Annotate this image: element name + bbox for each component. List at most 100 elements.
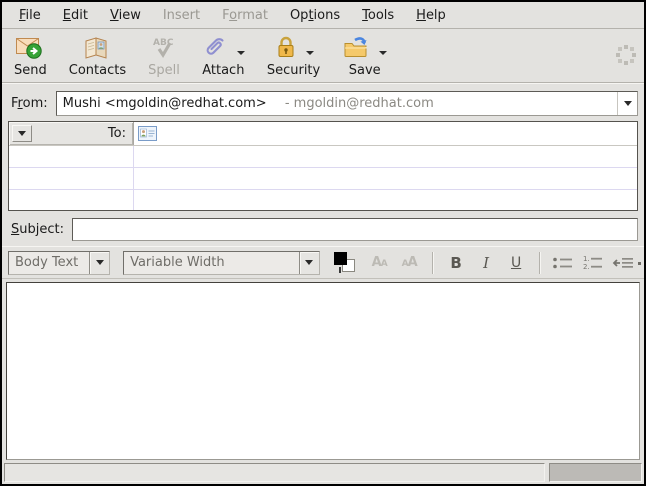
status-message-panel <box>4 463 545 482</box>
toolbar-button-label: Save <box>349 63 381 78</box>
attach-icon <box>202 35 230 61</box>
font-arrow-button[interactable] <box>299 252 319 274</box>
menu-label: Edit <box>63 8 88 23</box>
font-value: Variable Width <box>124 255 299 270</box>
bold-icon: B <box>450 254 461 272</box>
recipient-type-button[interactable] <box>12 125 32 142</box>
attach-button[interactable]: Attach <box>196 32 251 80</box>
menu-label: Format <box>222 8 268 23</box>
spell-abc-text: ABC <box>153 38 174 48</box>
send-icon <box>15 35 45 61</box>
subject-row: Subject: <box>8 218 638 241</box>
spell-button: ABC Spell <box>142 32 186 80</box>
chevron-down-icon <box>96 260 104 265</box>
recipient-type-cell[interactable] <box>9 190 134 210</box>
from-label: From: <box>8 96 56 111</box>
increase-font-icon: AA <box>402 255 417 270</box>
bold-button[interactable]: B <box>443 250 469 276</box>
numbered-list-icon: 1. 2. <box>582 254 604 272</box>
recipient-input-cell[interactable] <box>134 146 637 167</box>
contacts-icon <box>82 35 112 61</box>
from-identity-name: Mushi <mgoldin@redhat.com> <box>63 96 267 111</box>
italic-button[interactable]: I <box>473 250 499 276</box>
security-icon <box>273 35 299 61</box>
statusbar <box>2 462 644 484</box>
outdent-button[interactable] <box>610 250 636 276</box>
decrease-font-icon: AA <box>372 255 387 270</box>
menu-tools[interactable]: Tools <box>351 4 405 27</box>
menu-label: File <box>19 8 41 23</box>
underline-button[interactable]: U <box>503 250 529 276</box>
subject-input[interactable] <box>72 218 638 241</box>
chevron-down-icon <box>624 101 632 106</box>
from-identity-select[interactable]: Mushi <mgoldin@redhat.com> - mgoldin@red… <box>56 91 638 116</box>
recipient-empty-row[interactable] <box>9 168 637 190</box>
recipient-row: To: <box>9 122 637 146</box>
toolbar-button-label: Attach <box>202 63 244 78</box>
attach-dropdown-arrow-icon[interactable] <box>237 51 245 55</box>
underline-icon: U <box>511 255 521 271</box>
italic-icon: I <box>483 254 489 272</box>
menu-edit[interactable]: Edit <box>52 4 99 27</box>
menu-view[interactable]: View <box>99 4 152 27</box>
from-combo-arrow-button[interactable] <box>617 92 637 115</box>
format-toolbar: Body Text Variable Width AA AA B I U <box>2 246 644 279</box>
paragraph-style-value: Body Text <box>9 255 89 270</box>
text-color-picker[interactable] <box>334 252 355 274</box>
save-button[interactable]: Save <box>336 32 393 80</box>
contact-card-icon <box>138 126 157 141</box>
color-swatch-tick <box>339 267 341 273</box>
throbber-icon <box>624 53 628 57</box>
compose-window: File Edit View Insert Format Options Too… <box>0 0 646 486</box>
outdent-icon <box>611 255 635 271</box>
from-identity-value: Mushi <mgoldin@redhat.com> - mgoldin@red… <box>57 96 617 111</box>
recipient-input-cell[interactable] <box>134 122 637 145</box>
recipient-empty-row[interactable] <box>9 190 637 210</box>
from-row: From: Mushi <mgoldin@redhat.com> - mgold… <box>8 91 638 116</box>
toolbar-button-label: Contacts <box>69 63 126 78</box>
menu-format: Format <box>211 4 279 27</box>
menu-label: Help <box>416 8 446 23</box>
bullet-list-button[interactable] <box>550 250 576 276</box>
menu-label: View <box>110 8 141 23</box>
recipient-input-cell[interactable] <box>134 190 637 210</box>
menu-file[interactable]: File <box>8 4 52 27</box>
subject-label: Subject: <box>8 222 72 237</box>
recipient-type-cell[interactable] <box>9 146 134 167</box>
chevron-down-icon <box>18 131 26 136</box>
numbered-list-button[interactable]: 1. 2. <box>580 250 606 276</box>
paragraph-style-arrow-button[interactable] <box>89 252 109 274</box>
menu-help[interactable]: Help <box>405 4 457 27</box>
send-button[interactable]: Send <box>8 32 53 80</box>
foreground-color-swatch[interactable] <box>334 252 347 265</box>
recipient-type-label: To: <box>36 126 129 141</box>
contacts-button[interactable]: Contacts <box>63 32 132 80</box>
from-identity-email: - mgoldin@redhat.com <box>285 96 434 111</box>
svg-text:2.: 2. <box>583 263 590 271</box>
font-select[interactable]: Variable Width <box>123 251 320 275</box>
menubar: File Edit View Insert Format Options Too… <box>2 2 644 29</box>
chevron-down-icon <box>305 260 313 265</box>
toolbar-separator <box>539 252 540 274</box>
toolbar-button-label: Security <box>267 63 320 78</box>
clipped-indent-button <box>638 262 641 265</box>
bullet-list-icon <box>552 255 574 271</box>
progress-indicator <box>549 463 642 482</box>
svg-text:1.: 1. <box>583 255 590 263</box>
paragraph-style-select[interactable]: Body Text <box>8 251 110 275</box>
menu-options[interactable]: Options <box>279 4 351 27</box>
save-dropdown-arrow-icon[interactable] <box>379 51 387 55</box>
recipient-type-cell[interactable] <box>9 168 134 189</box>
decrease-font-size-button: AA <box>366 250 392 276</box>
addressing-grid: To: <box>8 121 638 211</box>
recipient-empty-row[interactable] <box>9 146 637 168</box>
menu-label: Tools <box>362 8 394 23</box>
increase-font-size-button: AA <box>396 250 422 276</box>
recipient-type-cell[interactable]: To: <box>9 122 134 145</box>
menu-label: Options <box>290 8 340 23</box>
recipient-input-cell[interactable] <box>134 168 637 189</box>
message-body[interactable] <box>6 282 640 460</box>
security-dropdown-arrow-icon[interactable] <box>306 51 314 55</box>
main-toolbar: Send Contacts ABC <box>2 29 644 83</box>
security-button[interactable]: Security <box>261 32 326 80</box>
